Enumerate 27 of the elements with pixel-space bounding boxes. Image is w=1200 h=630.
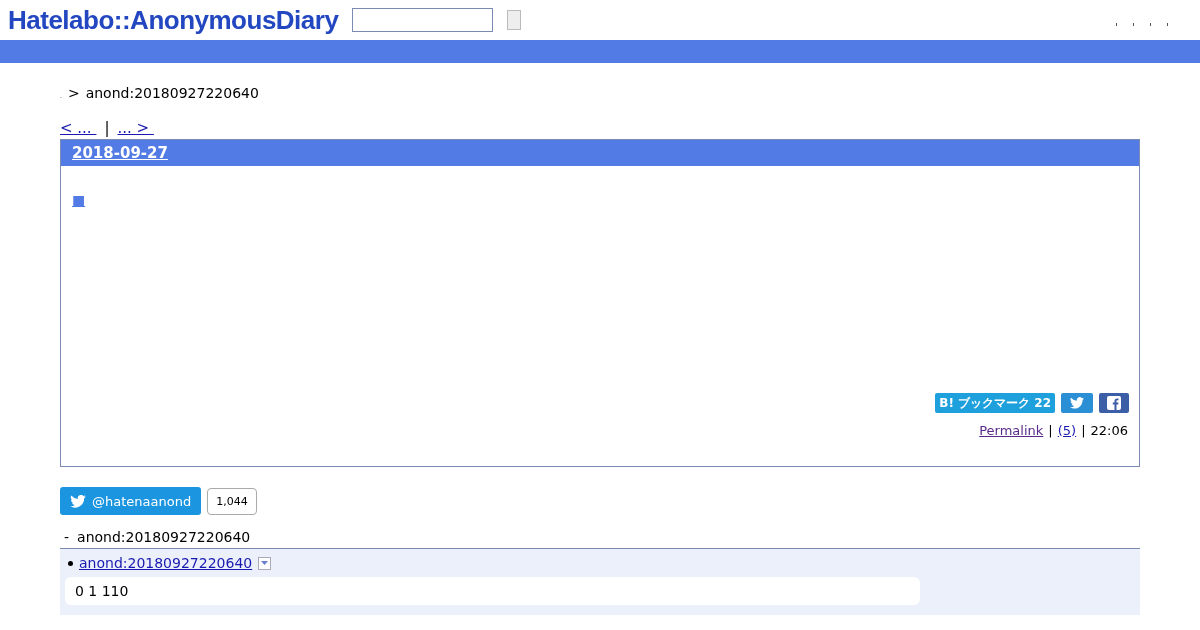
ref-link[interactable]: anond:20180927220640 xyxy=(79,555,253,571)
prev-link[interactable]: < ... xyxy=(60,119,97,137)
ref-quote: 0 1 110 xyxy=(65,577,920,605)
comments-link[interactable]: (5) xyxy=(1057,423,1077,438)
dropdown-button[interactable] xyxy=(258,556,272,570)
bullet-icon xyxy=(68,560,73,566)
breadcrumb-separator: > xyxy=(67,85,80,101)
footer-separator: | xyxy=(1048,423,1053,438)
breadcrumb-current: anond:20180927220640 xyxy=(85,85,259,101)
footer-separator: | xyxy=(1081,423,1086,438)
search-field[interactable] xyxy=(352,8,494,32)
caret-icon xyxy=(261,561,269,565)
next-link[interactable]: ... > xyxy=(117,119,154,137)
bird-icon xyxy=(70,494,86,508)
refs-title: anond:20180927220640 xyxy=(77,529,251,545)
site-logo[interactable]: Hatelabo::AnonymousDiary xyxy=(8,4,339,36)
refs-dash: - xyxy=(64,529,70,545)
entry-time: 22:06 xyxy=(1090,423,1128,438)
facebook-share-button[interactable] xyxy=(1099,393,1129,413)
date-link[interactable]: 2018-09-27 xyxy=(72,144,168,162)
twitter-share-button[interactable] xyxy=(1061,393,1093,413)
facebook-icon xyxy=(1107,396,1121,410)
pager-divider: | xyxy=(104,119,110,137)
square-link[interactable]: ■ xyxy=(72,192,86,208)
permalink[interactable]: Permalink xyxy=(979,423,1044,438)
follower-count: 1,044 xyxy=(207,487,257,515)
bird-icon xyxy=(1070,397,1084,409)
